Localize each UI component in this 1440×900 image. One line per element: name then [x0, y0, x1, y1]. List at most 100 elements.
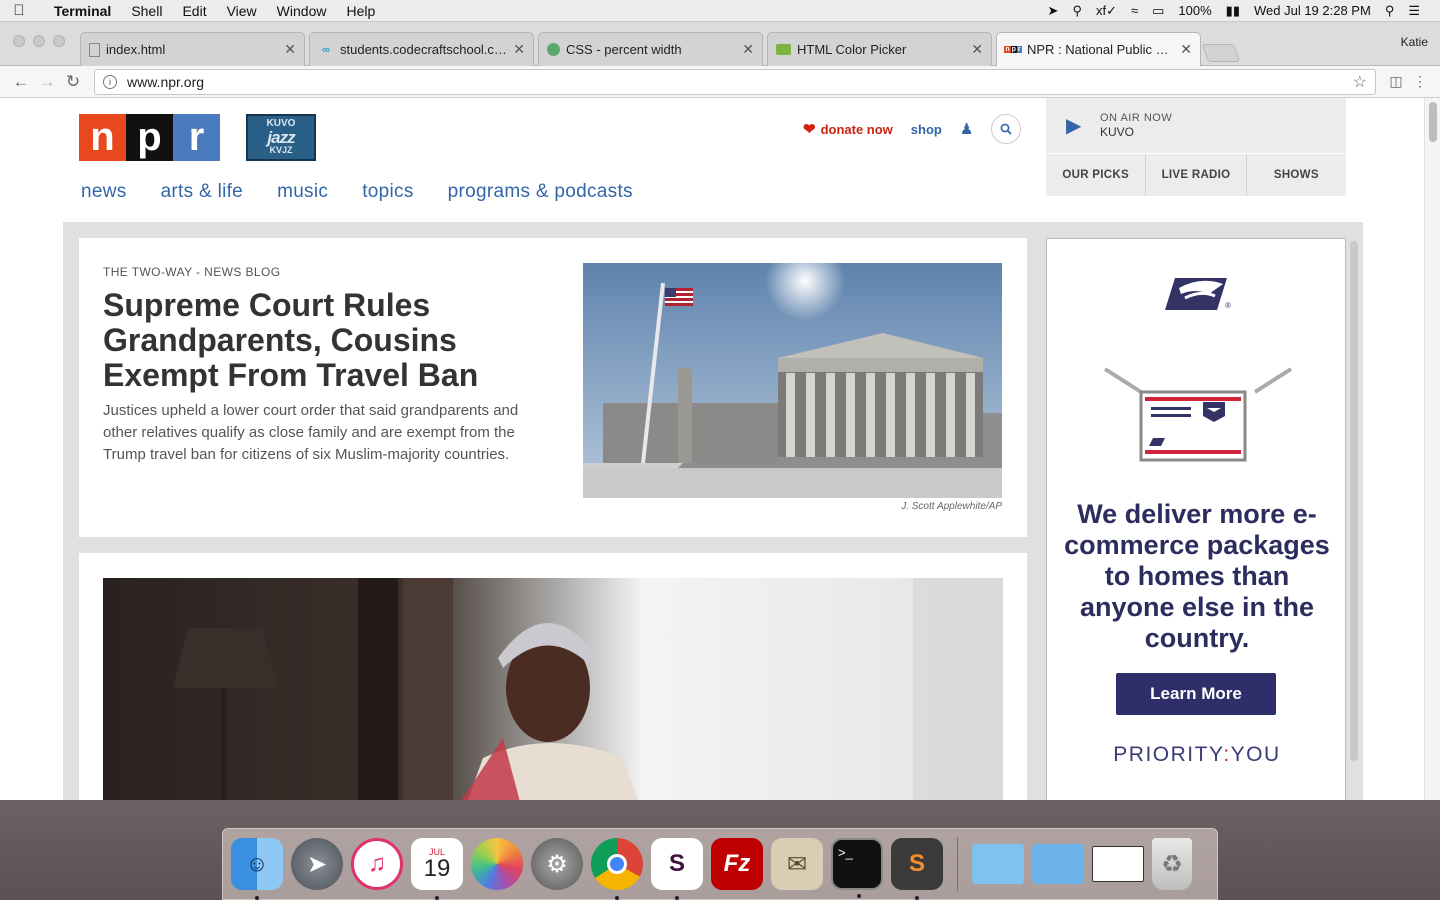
- nav-arts-life[interactable]: arts & life: [161, 181, 244, 203]
- usps-ad[interactable]: ® We deliver more e-commerce packages to…: [1046, 238, 1346, 800]
- itunes-icon[interactable]: ♫: [351, 838, 403, 890]
- play-icon[interactable]: ▶: [1066, 113, 1081, 138]
- notification-center-icon[interactable]: ☰: [1408, 3, 1420, 19]
- usps-eagle-logo: ®: [1165, 278, 1231, 310]
- wifi-icon[interactable]: ≈: [1131, 3, 1138, 18]
- document-icon: [89, 42, 100, 57]
- pageant-girl-photo[interactable]: [103, 578, 1003, 800]
- user-icon[interactable]: ♟: [960, 120, 973, 138]
- terminal-icon[interactable]: >_: [831, 838, 883, 898]
- menu-window[interactable]: Window: [267, 3, 337, 19]
- clock[interactable]: Wed Jul 19 2:28 PM: [1254, 3, 1371, 18]
- nav-topics[interactable]: topics: [362, 181, 413, 203]
- apple-icon[interactable]: : [0, 2, 38, 19]
- tab-index-html[interactable]: index.html ✕: [80, 32, 305, 66]
- nav-music[interactable]: music: [277, 181, 328, 203]
- codecraft-icon: ∞: [322, 43, 330, 56]
- reload-icon[interactable]: ↻: [60, 72, 86, 92]
- ad-tagline: PRIORITY:YOU: [1047, 743, 1347, 767]
- menu-edit[interactable]: Edit: [172, 3, 216, 19]
- story-card: THE TWO-WAY - NEWS BLOG Supreme Court Ru…: [79, 238, 1027, 537]
- launchpad-icon[interactable]: ➤: [291, 838, 343, 890]
- page-scrollbar[interactable]: [1424, 98, 1440, 800]
- window-preview-icon[interactable]: [1092, 846, 1144, 882]
- new-tab-button[interactable]: [1201, 44, 1241, 62]
- globe-icon: [547, 43, 560, 56]
- tab-npr[interactable]: npr NPR : National Public Radio : N ✕: [996, 32, 1201, 66]
- story-headline[interactable]: Supreme Court Rules Grandparents, Cousin…: [103, 288, 543, 393]
- ad-scrollbar[interactable]: [1350, 241, 1358, 761]
- npr-logo-n: n: [79, 114, 126, 161]
- extension-icon[interactable]: ◫: [1384, 73, 1408, 90]
- calendar-icon[interactable]: JUL 19: [411, 838, 463, 900]
- profile-name[interactable]: Katie: [1401, 35, 1428, 49]
- forward-arrow-icon[interactable]: →: [34, 72, 60, 92]
- mail-icon[interactable]: ✉: [771, 838, 823, 890]
- url-input[interactable]: [127, 73, 1353, 90]
- scrollbar-thumb[interactable]: [1429, 102, 1437, 142]
- tab-label: HTML Color Picker: [797, 42, 907, 57]
- filezilla-icon[interactable]: Fz: [711, 838, 763, 890]
- downloads-folder-icon[interactable]: [1032, 844, 1084, 884]
- tab-codecraft[interactable]: ∞ students.codecraftschool.com ✕: [309, 32, 534, 66]
- supreme-court-photo[interactable]: [583, 263, 1002, 498]
- menu-help[interactable]: Help: [336, 3, 385, 19]
- back-arrow-icon[interactable]: ←: [8, 72, 34, 92]
- story-teaser[interactable]: Justices upheld a lower court order that…: [103, 400, 523, 466]
- npr-icon: npr: [1004, 46, 1022, 53]
- menu-dots-icon[interactable]: ⋮: [1408, 73, 1432, 90]
- close-tab-icon[interactable]: ✕: [742, 41, 754, 58]
- folder-icon[interactable]: [972, 844, 1024, 884]
- sublime-text-icon[interactable]: S: [891, 838, 943, 900]
- close-tab-icon[interactable]: ✕: [284, 41, 296, 58]
- story-card: [79, 553, 1027, 800]
- learn-more-button[interactable]: Learn More: [1116, 673, 1276, 715]
- minimize-window-button[interactable]: [33, 35, 45, 47]
- close-window-button[interactable]: [13, 35, 25, 47]
- info-icon[interactable]: i: [103, 74, 117, 89]
- menu-view[interactable]: View: [217, 3, 267, 19]
- battery-percent[interactable]: 100%: [1178, 3, 1211, 18]
- close-tab-icon[interactable]: ✕: [971, 41, 983, 58]
- browser-toolbar: ← → ↻ i ☆ ◫ ⋮: [0, 66, 1440, 98]
- slack-icon[interactable]: S: [651, 838, 703, 900]
- zoom-window-button[interactable]: [53, 35, 65, 47]
- search-button[interactable]: [991, 114, 1022, 144]
- shop-link[interactable]: shop: [911, 122, 942, 137]
- tab-color-picker[interactable]: HTML Color Picker ✕: [767, 32, 992, 66]
- station-logo[interactable]: KUVO jazz KVJZ: [246, 114, 316, 161]
- battery-icon[interactable]: ▮▮: [1226, 3, 1240, 19]
- close-tab-icon[interactable]: ✕: [513, 41, 525, 58]
- tab-css-percent-width[interactable]: CSS - percent width ✕: [538, 32, 763, 66]
- donate-label: donate now: [820, 121, 893, 137]
- on-air-player[interactable]: ▶ ON AIR NOW KUVO: [1046, 98, 1346, 153]
- npr-logo[interactable]: n p r: [79, 114, 220, 161]
- nav-news[interactable]: news: [81, 181, 127, 203]
- photo-credit: J. Scott Applewhite/AP: [901, 501, 1002, 512]
- xfinity-icon[interactable]: xf✓: [1096, 3, 1117, 19]
- station-logo-bottom: KVJZ: [269, 145, 293, 155]
- address-bar[interactable]: i ☆: [94, 68, 1376, 95]
- donate-link[interactable]: ❤ donate now: [803, 120, 893, 138]
- finder-icon[interactable]: ☺: [231, 838, 283, 900]
- close-tab-icon[interactable]: ✕: [1180, 41, 1192, 58]
- system-preferences-icon[interactable]: ⚙: [531, 838, 583, 890]
- photos-icon[interactable]: [471, 838, 523, 890]
- menu-app-name[interactable]: Terminal: [38, 3, 121, 19]
- tab-shows[interactable]: SHOWS: [1247, 154, 1346, 196]
- tab-live-radio[interactable]: LIVE RADIO: [1146, 154, 1247, 196]
- tab-label: index.html: [106, 42, 166, 57]
- story-slug[interactable]: THE TWO-WAY - NEWS BLOG: [103, 265, 280, 279]
- menu-shell[interactable]: Shell: [121, 3, 172, 19]
- lock-icon[interactable]: ⚲: [1072, 3, 1082, 19]
- calendar-day: 19: [423, 855, 451, 882]
- location-icon[interactable]: ➤: [1048, 3, 1059, 19]
- chrome-icon[interactable]: [591, 838, 643, 900]
- spotlight-icon[interactable]: ⚲: [1385, 3, 1395, 19]
- nav-programs-podcasts[interactable]: programs & podcasts: [448, 181, 633, 203]
- bookmark-star-icon[interactable]: ☆: [1353, 72, 1367, 92]
- trash-icon[interactable]: ♻: [1152, 838, 1192, 890]
- airplay-icon[interactable]: ▭: [1152, 3, 1164, 19]
- npr-logo-r: r: [173, 114, 220, 161]
- tab-our-picks[interactable]: OUR PICKS: [1046, 154, 1147, 196]
